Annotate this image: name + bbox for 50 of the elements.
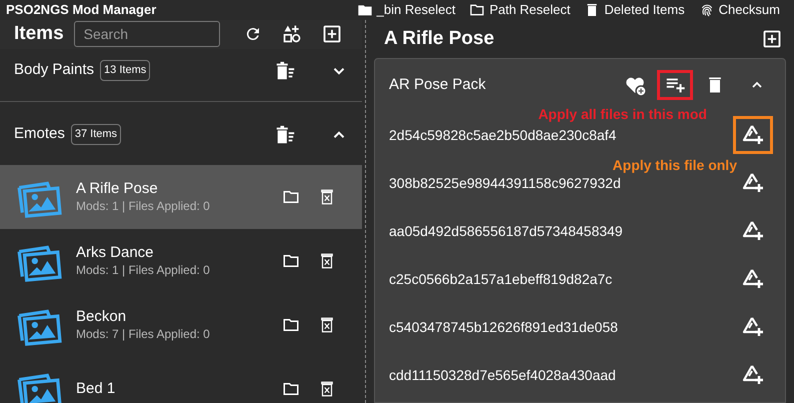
item-name: Beckon xyxy=(76,307,128,326)
search-field[interactable]: Search xyxy=(74,21,220,48)
list-item[interactable]: Beckon Mods: 7 | Files Applied: 0 xyxy=(0,292,362,356)
triangle-add-icon xyxy=(741,123,765,147)
add-box-icon[interactable] xyxy=(322,24,342,44)
list-item[interactable]: Arks Dance Mods: 1 | Files Applied: 0 xyxy=(0,228,362,292)
annotation-label: Apply all files in this mod xyxy=(538,105,707,124)
list-item[interactable]: Bed 1 xyxy=(0,356,362,403)
item-name: Arks Dance xyxy=(76,243,155,262)
delete-icon[interactable] xyxy=(318,316,336,334)
toolbar-button[interactable]: Checksum xyxy=(698,0,780,20)
list-item[interactable]: A Rifle Pose Mods: 1 | Files Applied: 0 xyxy=(0,164,362,228)
file-name: 2d54c59828c5ae2b50d8ae230c8af4 xyxy=(389,126,616,144)
triangle-add-icon xyxy=(741,267,765,291)
triangle-add-icon xyxy=(741,363,765,387)
delete-icon[interactable] xyxy=(318,188,336,206)
item-name: Bed 1 xyxy=(76,379,116,398)
panel-title: Items xyxy=(14,22,64,46)
file-name: c5403478745b12626f891ed31de058 xyxy=(389,318,618,336)
item-details: Mods: 1 | Files Applied: 0 xyxy=(76,198,210,214)
file-name: 308b82525e98944391158c9627932d xyxy=(389,174,621,192)
file-name: cdd11150328d7e565ef4028a430aad xyxy=(389,366,616,384)
apply-file-button[interactable] xyxy=(733,116,773,154)
shapes-add-icon[interactable] xyxy=(282,24,302,44)
category-name: Emotes xyxy=(14,124,65,144)
item-details: Mods: 7 | Files Applied: 0 xyxy=(76,326,210,342)
toolbar-button[interactable]: Deleted Items xyxy=(584,0,685,20)
apply-all-button[interactable] xyxy=(657,70,693,100)
count-badge: 37 Items xyxy=(70,124,122,145)
toolbar-button[interactable]: _bin Reselect xyxy=(356,0,456,20)
item-details: Mods: 1 | Files Applied: 0 xyxy=(76,262,210,278)
trash-list-icon[interactable] xyxy=(274,60,296,82)
toolbar-button[interactable]: Path Reselect xyxy=(469,0,570,20)
item-name: A Rifle Pose xyxy=(76,179,159,198)
mod-name: AR Pose Pack xyxy=(389,74,486,95)
folder-icon xyxy=(469,2,486,18)
annotation-label: Apply this file only xyxy=(612,156,737,175)
delete-icon[interactable] xyxy=(318,380,336,398)
file-name: aa05d492d586556187d57348458349 xyxy=(389,222,623,240)
triangle-add-icon xyxy=(741,219,765,243)
trash-list-icon[interactable] xyxy=(274,124,296,146)
add-box-icon[interactable] xyxy=(762,29,782,49)
count-badge: 13 Items xyxy=(100,60,150,81)
triangle-add-icon xyxy=(741,171,765,195)
file-name: c25c0566b2a157a1ebeff819d82a7c xyxy=(389,270,612,288)
category-name: Body Paints xyxy=(14,60,94,80)
delete-icon[interactable] xyxy=(318,252,336,270)
window-title: PSO2NGS Mod Manager xyxy=(6,1,156,20)
panel-title: A Rifle Pose xyxy=(384,26,494,51)
triangle-add-icon xyxy=(741,315,765,339)
